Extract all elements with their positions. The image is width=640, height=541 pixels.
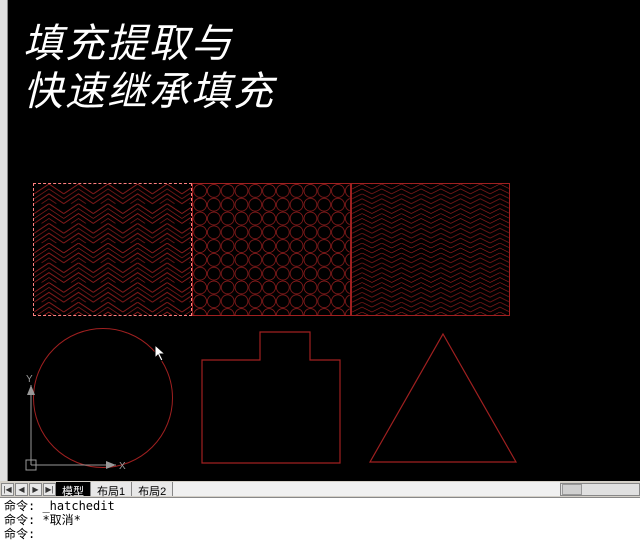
shape-triangle[interactable] <box>368 330 518 465</box>
tab-nav-next[interactable]: ▶ <box>29 483 42 496</box>
tab-spacer <box>173 482 560 496</box>
hatch-rect-herringbone-selected[interactable] <box>33 183 192 316</box>
scrollbar-thumb[interactable] <box>562 484 582 495</box>
horizontal-scrollbar[interactable] <box>560 483 640 496</box>
circles-hatch-icon <box>193 184 350 315</box>
shape-notched-rectangle[interactable] <box>200 330 342 465</box>
command-history-line: 命令: *取消* <box>4 513 636 527</box>
herringbone-hatch-icon <box>34 184 191 315</box>
left-ruler-edge <box>0 0 8 481</box>
command-history-line: 命令: _hatchedit <box>4 499 636 513</box>
command-prompt[interactable]: 命令: <box>4 527 636 541</box>
title-line-1: 填充提取与 <box>23 20 275 68</box>
layout-tab-bar: |◀ ◀ ▶ ▶| 模型 布局1 布局2 <box>0 481 640 497</box>
tab-nav-prev[interactable]: ◀ <box>15 483 28 496</box>
shape-circle[interactable] <box>33 328 173 468</box>
title-line-2: 快速继承填充 <box>23 68 275 116</box>
tab-nav-last[interactable]: ▶| <box>43 483 56 496</box>
drawing-canvas[interactable]: 填充提取与 快速继承填充 <box>8 0 640 481</box>
hatch-rect-circles[interactable] <box>192 183 351 316</box>
tab-nav-first[interactable]: |◀ <box>1 483 14 496</box>
drawing-title-text: 填充提取与 快速继承填充 <box>23 20 275 116</box>
hatch-rect-herringbone-dense[interactable] <box>351 183 510 316</box>
command-line-panel[interactable]: 命令: _hatchedit 命令: *取消* 命令: <box>0 497 640 541</box>
tab-layout2[interactable]: 布局2 <box>132 482 173 496</box>
ucs-y-label: Y <box>26 374 33 385</box>
herringbone-dense-hatch-icon <box>352 184 509 315</box>
tab-model[interactable]: 模型 <box>56 482 91 496</box>
tab-layout1[interactable]: 布局1 <box>91 482 132 496</box>
